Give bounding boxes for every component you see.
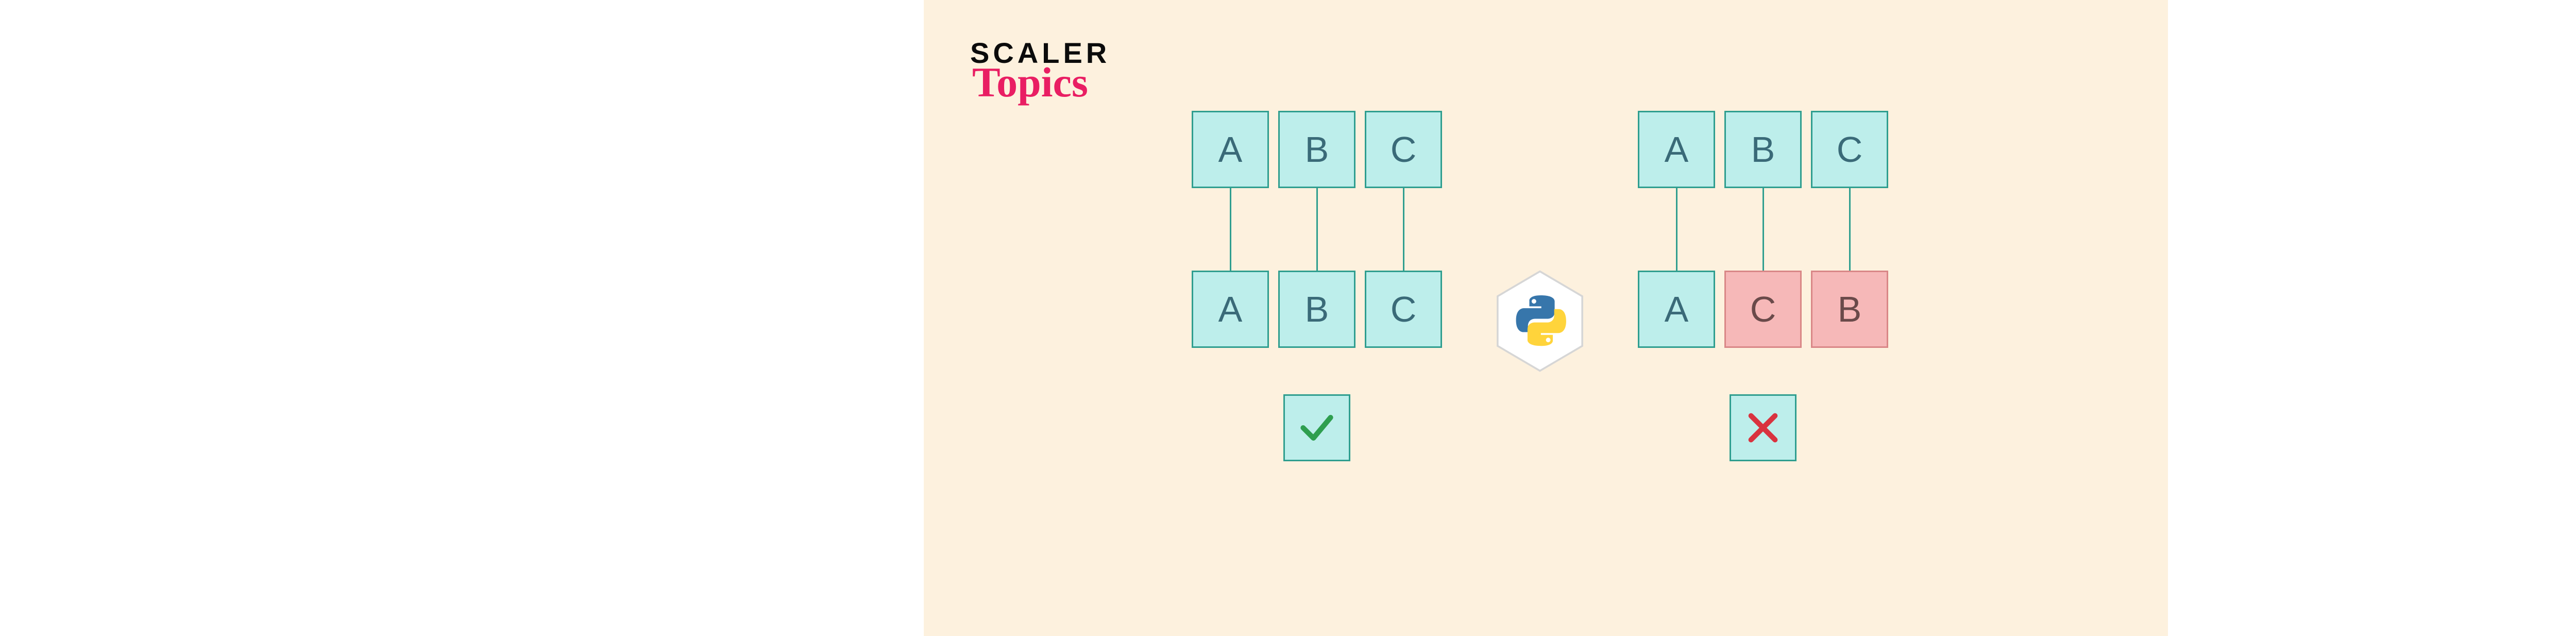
cell-right-top-2: C xyxy=(1811,111,1888,188)
connector xyxy=(1192,188,1269,271)
cell-left-top-1: B xyxy=(1278,111,1355,188)
cell-left-top-2: C xyxy=(1365,111,1442,188)
cross-icon xyxy=(1742,407,1784,448)
connectors-left xyxy=(1192,188,1442,271)
wrong-order-group: A B C A C B xyxy=(1638,111,1888,461)
result-wrong xyxy=(1730,394,1797,461)
cell-right-bottom-0: A xyxy=(1638,271,1715,348)
connector xyxy=(1365,188,1442,271)
cell-left-bottom-2: C xyxy=(1365,271,1442,348)
result-correct xyxy=(1283,394,1350,461)
scaler-topics-logo: SCALER Topics xyxy=(970,36,1110,107)
top-row: A B C xyxy=(1192,111,1442,188)
cell-right-bottom-2: B xyxy=(1811,271,1888,348)
top-row: A B C xyxy=(1638,111,1888,188)
connector xyxy=(1638,188,1715,271)
connector xyxy=(1278,188,1355,271)
cell-left-bottom-0: A xyxy=(1192,271,1269,348)
connector xyxy=(1811,188,1888,271)
cell-left-top-0: A xyxy=(1192,111,1269,188)
cell-right-top-0: A xyxy=(1638,111,1715,188)
cell-right-bottom-1: C xyxy=(1724,271,1802,348)
bottom-row: A C B xyxy=(1638,271,1888,348)
check-icon xyxy=(1296,407,1337,448)
cell-left-bottom-1: B xyxy=(1278,271,1355,348)
correct-order-group: A B C A B C xyxy=(1192,111,1442,461)
diagram-banner: SCALER Topics A B C A B C xyxy=(924,0,2168,636)
python-logo-icon xyxy=(1494,270,1586,375)
connector xyxy=(1724,188,1802,271)
connectors-right xyxy=(1638,188,1888,271)
bottom-row: A B C xyxy=(1192,271,1442,348)
comparison-diagram: A B C A B C xyxy=(1192,111,1888,461)
cell-right-top-1: B xyxy=(1724,111,1802,188)
